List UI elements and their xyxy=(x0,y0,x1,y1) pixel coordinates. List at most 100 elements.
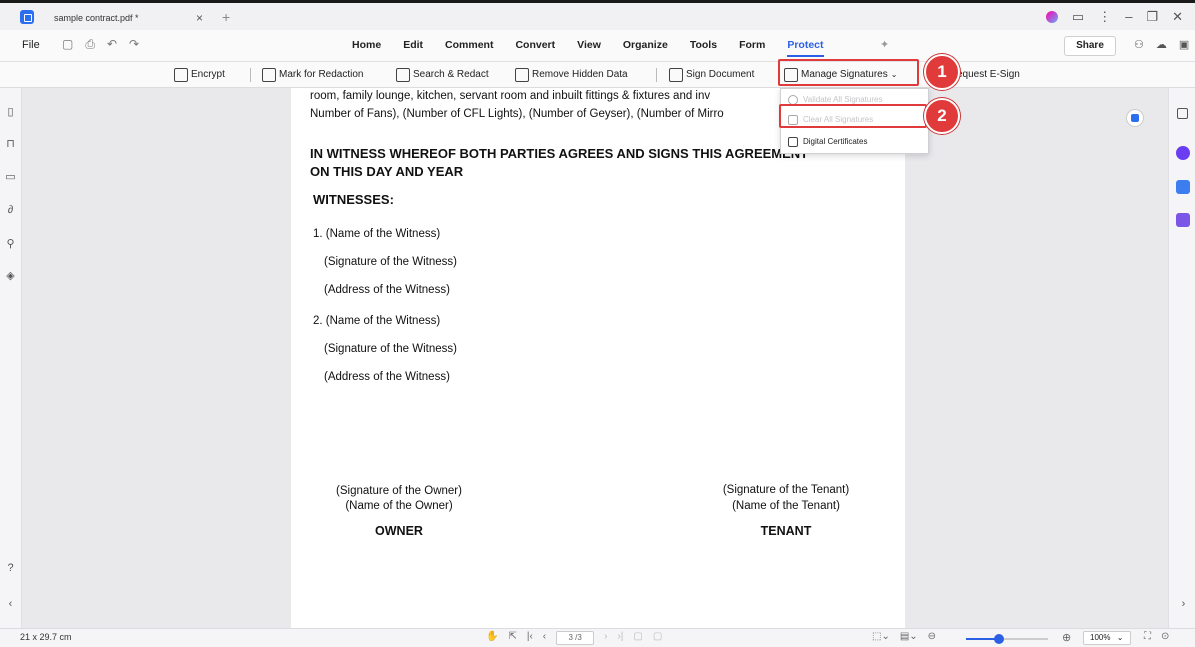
zoom-level-select[interactable]: 100% ⌄ xyxy=(1083,631,1131,645)
digital-certificates-label: Digital Certificates xyxy=(803,137,868,146)
layers-icon[interactable]: ◈ xyxy=(4,270,17,283)
page-number-input[interactable]: 3 /3 xyxy=(556,631,595,645)
menu-convert[interactable]: Convert xyxy=(515,39,555,57)
body-text-line: room, family lounge, kitchen, servant ro… xyxy=(310,90,711,102)
menu-organize[interactable]: Organize xyxy=(623,39,668,57)
menu-comment[interactable]: Comment xyxy=(445,39,493,57)
share-button[interactable]: Share xyxy=(1064,36,1116,56)
status-bar: 21 x 29.7 cm ✋ ⇱ |‹ ‹ 3 /3 › ›| ▢ ▢ ⬚⌄ ▤… xyxy=(0,628,1195,647)
save-icon[interactable]: ▢ xyxy=(62,37,73,52)
protect-toolbar: Encrypt Mark for Redaction Search & Reda… xyxy=(0,62,1195,88)
minimize-icon[interactable]: – xyxy=(1125,6,1132,28)
select-tool-icon[interactable]: ⇱ xyxy=(508,631,516,645)
witness1-name: 1. (Name of the Witness) xyxy=(313,228,441,240)
redaction-icon xyxy=(262,68,276,82)
feedback-icon[interactable]: ▭ xyxy=(1072,6,1084,28)
properties-icon[interactable] xyxy=(1177,108,1188,119)
last-page-icon[interactable]: ›| xyxy=(617,631,623,645)
zoom-slider[interactable] xyxy=(966,634,1048,644)
witness2-signature: (Signature of the Witness) xyxy=(324,343,457,355)
menu-protect[interactable]: Protect xyxy=(787,39,824,57)
translate-icon[interactable] xyxy=(1176,180,1190,194)
collapse-left-icon[interactable]: ‹ xyxy=(4,598,17,611)
zoom-out-icon[interactable]: ⊖ xyxy=(928,631,936,642)
ai-chat-icon[interactable] xyxy=(1176,146,1190,160)
previous-page-icon[interactable]: ‹ xyxy=(543,631,546,645)
menu-right-icons: ⚇ ☁ ▣ xyxy=(1134,38,1189,51)
pdf-page: room, family lounge, kitchen, servant ro… xyxy=(291,88,905,628)
search-redact-icon xyxy=(396,68,410,82)
undo-icon[interactable]: ↶ xyxy=(107,37,117,52)
single-page-icon[interactable]: ▢ xyxy=(633,631,642,645)
menu-view[interactable]: View xyxy=(577,39,601,57)
right-sidebar: › xyxy=(1168,88,1195,628)
bulb-icon[interactable]: ✦ xyxy=(880,38,889,51)
print-icon[interactable]: ⎙ xyxy=(85,37,95,52)
zoom-in-icon[interactable]: ⊕ xyxy=(1062,631,1071,644)
avatar[interactable] xyxy=(1045,11,1058,23)
redo-icon[interactable]: ↷ xyxy=(129,37,139,52)
fullscreen-icon[interactable]: ⛶ xyxy=(1144,631,1151,642)
witness2-address: (Address of the Witness) xyxy=(324,371,450,383)
remove-hidden-data-button[interactable]: Remove Hidden Data xyxy=(515,66,628,84)
witness1-address: (Address of the Witness) xyxy=(324,284,450,296)
cloud-icon[interactable]: ☁ xyxy=(1156,38,1167,51)
witnesses-title: WITNESSES: xyxy=(313,192,394,207)
toolbar-divider xyxy=(250,68,251,82)
help-icon[interactable]: ? xyxy=(4,562,17,575)
close-window-icon[interactable]: ✕ xyxy=(1172,6,1183,28)
zoom-slider-handle[interactable] xyxy=(994,634,1004,644)
lock-icon xyxy=(174,68,188,82)
digital-certificates-item[interactable]: Digital Certificates xyxy=(781,132,928,152)
edit-ai-icon[interactable] xyxy=(1176,213,1190,227)
menu-home[interactable]: Home xyxy=(352,39,381,57)
mark-redaction-button[interactable]: Mark for Redaction xyxy=(262,66,363,84)
more-icon[interactable]: ⋮ xyxy=(1098,6,1111,28)
menu-tools[interactable]: Tools xyxy=(690,39,717,57)
next-page-icon[interactable]: › xyxy=(604,631,607,645)
panel-icon[interactable]: ▣ xyxy=(1179,38,1189,51)
settings-icon[interactable]: ⊙ xyxy=(1161,631,1169,642)
clear-signatures-highlight xyxy=(779,104,927,128)
comment-icon[interactable]: ▭ xyxy=(4,171,17,184)
search-icon[interactable]: ⚲ xyxy=(4,238,17,251)
menu-edit[interactable]: Edit xyxy=(403,39,423,57)
body-text-line: Number of Fans), (Number of CFL Lights),… xyxy=(310,108,724,120)
request-esign-button[interactable]: equest E-Sign xyxy=(957,66,1020,84)
page-thumbnail-icon[interactable]: ▯ xyxy=(4,106,17,119)
hand-tool-icon[interactable]: ✋ xyxy=(486,631,498,645)
add-tab-button[interactable]: + xyxy=(222,6,230,28)
attachment-icon[interactable]: ∂ xyxy=(4,204,17,217)
remove-hidden-label: Remove Hidden Data xyxy=(532,69,628,80)
main-menu: Home Edit Comment Convert View Organize … xyxy=(352,39,846,57)
certificate-icon xyxy=(788,137,798,147)
zoom-level-value: 100% xyxy=(1090,633,1111,642)
people-icon[interactable]: ⚇ xyxy=(1134,38,1144,51)
page-navigation: ✋ ⇱ |‹ ‹ 3 /3 › ›| ▢ ▢ xyxy=(486,631,662,645)
ai-assistant-button[interactable] xyxy=(1126,109,1144,127)
document-tab[interactable]: sample contract.pdf * xyxy=(46,7,216,29)
left-sidebar: ▯ ⊓ ▭ ∂ ⚲ ◈ ? ‹ xyxy=(0,88,22,628)
encrypt-label: Encrypt xyxy=(191,69,225,80)
first-page-icon[interactable]: |‹ xyxy=(527,631,533,645)
sign-document-button[interactable]: Sign Document xyxy=(669,66,754,84)
fit-page-icon[interactable]: ⬚⌄ xyxy=(872,631,890,642)
restore-icon[interactable]: ❐ xyxy=(1146,6,1158,28)
witness-heading-line2: ON THIS DAY AND YEAR xyxy=(310,164,464,179)
encrypt-button[interactable]: Encrypt xyxy=(174,66,225,84)
page-size-label: 21 x 29.7 cm xyxy=(20,632,72,642)
validate-all-label: Validate All Signatures xyxy=(803,95,883,104)
close-tab-icon[interactable]: × xyxy=(196,7,203,29)
search-redact-button[interactable]: Search & Redact xyxy=(396,66,489,84)
callout-badge-1: 1 xyxy=(924,54,960,90)
two-page-icon[interactable]: ▢ xyxy=(653,631,662,645)
page-layout-icon[interactable]: ▤⌄ xyxy=(900,631,918,642)
owner-title: OWNER xyxy=(375,524,423,538)
callout-badge-2: 2 xyxy=(924,98,960,134)
title-bar: sample contract.pdf * × + ▭ ⋮ – ❐ ✕ xyxy=(0,0,1195,30)
window-controls: ▭ ⋮ – ❐ ✕ xyxy=(1045,6,1183,28)
collapse-right-icon[interactable]: › xyxy=(1177,598,1190,611)
bookmark-icon[interactable]: ⊓ xyxy=(4,138,17,151)
menu-form[interactable]: Form xyxy=(739,39,765,57)
file-menu[interactable]: File xyxy=(22,39,40,51)
